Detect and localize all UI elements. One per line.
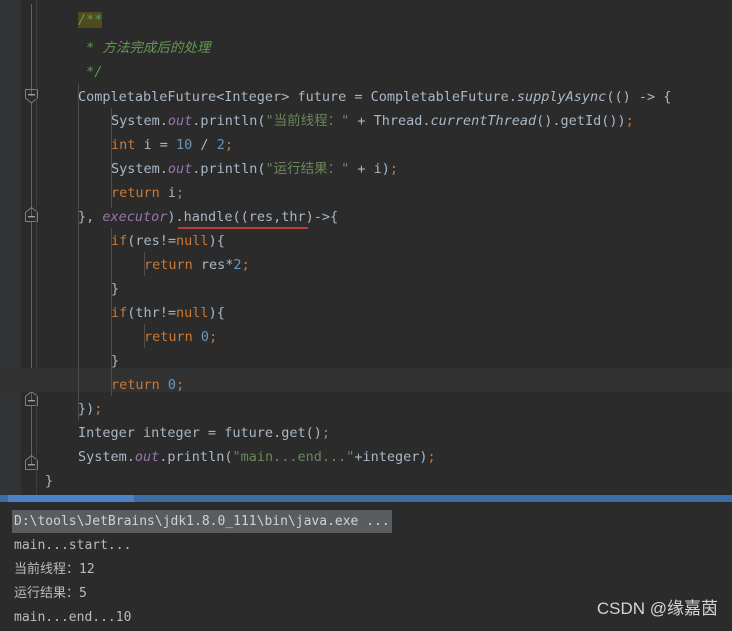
code-token-comment: * 方法完成后的处理 [78, 40, 211, 56]
code-token-keyword: null [176, 305, 209, 321]
code-token-comment: /** [78, 12, 103, 28]
code-token-semicolon: ; [241, 257, 250, 273]
code-line[interactable]: /** [78, 8, 103, 32]
code-token: CompletableFuture<Integer> future = Comp… [78, 89, 517, 105]
code-token-field: out [167, 113, 193, 129]
console-command-line: D:\tools\JetBrains\jdk1.8.0_111\bin\java… [12, 510, 392, 533]
code-token: ){ [208, 305, 225, 321]
code-token: }, [78, 209, 103, 225]
code-token-keyword: return [111, 377, 160, 393]
indent-guide [78, 84, 79, 420]
code-token: .println( [192, 113, 266, 129]
code-token-string: "运行结果：" [265, 161, 350, 177]
editor-horizontal-scrollbar[interactable] [0, 495, 732, 502]
code-token-semicolon: ; [94, 401, 103, 417]
code-token-string: "当前线程：" [265, 113, 350, 129]
code-token: ().getId()) [536, 113, 626, 129]
code-token-number: 10 [176, 137, 193, 153]
code-token: ){ [208, 233, 225, 249]
code-token-number: 2 [216, 137, 225, 153]
code-token: + Thread. [349, 113, 431, 129]
code-token: res* [192, 257, 234, 273]
code-token: } [111, 353, 120, 369]
code-token-semicolon: ; [209, 329, 218, 345]
code-token: ).handle((res,thr)->{ [167, 209, 339, 225]
code-token: (() -> { [606, 89, 672, 105]
code-line[interactable]: }, executor).handle((res,thr)->{ [78, 205, 338, 229]
code-token-comment: */ [78, 64, 103, 80]
console-output-line: main...start... [14, 538, 132, 553]
code-token: } [45, 473, 54, 489]
run-console-pane[interactable]: D:\tools\JetBrains\jdk1.8.0_111\bin\java… [0, 502, 732, 631]
code-line[interactable]: System.out.println("运行结果：" + i); [111, 157, 398, 181]
code-token-keyword: return [144, 257, 193, 273]
code-token: i [159, 185, 177, 201]
console-output-line: 运行结果：5 [14, 586, 87, 601]
code-token-method: supplyAsync [516, 89, 607, 105]
current-line-highlight [0, 368, 732, 392]
code-line[interactable]: CompletableFuture<Integer> future = Comp… [78, 85, 671, 109]
code-line[interactable]: Integer integer = future.get(); [78, 421, 330, 445]
code-line[interactable]: } [111, 349, 119, 373]
code-line[interactable]: * 方法完成后的处理 [78, 36, 210, 60]
code-line[interactable]: System.out.println("main...end..."+integ… [78, 445, 436, 469]
code-token: +integer) [354, 449, 428, 465]
code-token-keyword: return [111, 185, 160, 201]
code-token: .println( [159, 449, 233, 465]
code-line[interactable]: return i; [111, 181, 184, 205]
code-line[interactable]: */ [78, 60, 102, 84]
code-token-semicolon: ; [625, 113, 634, 129]
code-line[interactable]: int i = 10 / 2; [111, 133, 233, 157]
console-output-line: main...end...10 [14, 610, 132, 625]
code-token-number: 0 [200, 329, 210, 345]
code-token-semicolon: ; [389, 161, 398, 177]
code-token-keyword: if [111, 233, 128, 249]
code-token: } [111, 281, 120, 297]
code-token-number: 2 [233, 257, 242, 273]
code-line[interactable]: return res*2; [144, 253, 250, 277]
ide-screenshot: /** * 方法完成后的处理 */ CompletableFuture<Inte… [0, 0, 732, 631]
scrollbar-thumb[interactable] [8, 495, 134, 502]
console-output-line: 当前线程：12 [14, 562, 95, 577]
code-token: / [192, 137, 217, 153]
code-token: + i) [349, 161, 390, 177]
code-token-semicolon: ; [321, 425, 330, 441]
code-line[interactable]: return 0; [144, 325, 217, 349]
code-token: System. [111, 113, 168, 129]
code-token-keyword: int [111, 137, 136, 153]
code-token-method: currentThread [430, 113, 537, 129]
code-line[interactable]: if(thr!=null){ [111, 301, 225, 325]
code-editor-pane[interactable]: /** * 方法完成后的处理 */ CompletableFuture<Inte… [0, 0, 732, 495]
code-line[interactable]: if(res!=null){ [111, 229, 225, 253]
code-content[interactable]: /** * 方法完成后的处理 */ CompletableFuture<Inte… [0, 0, 732, 495]
code-line[interactable]: } [45, 469, 53, 493]
code-token: i = [135, 137, 177, 153]
code-token-field: executor [102, 209, 168, 225]
code-token: .println( [192, 161, 266, 177]
code-token-semicolon: ; [176, 185, 185, 201]
code-token-semicolon: ; [224, 137, 233, 153]
code-line[interactable]: System.out.println("当前线程：" + Thread.curr… [111, 109, 634, 133]
code-token-keyword: if [111, 305, 128, 321]
code-token-string: "main...end..." [232, 449, 355, 465]
code-token: System. [111, 161, 168, 177]
csdn-watermark: CSDN @缘嘉茵 [596, 599, 718, 618]
code-token-field: out [134, 449, 160, 465]
code-token: System. [78, 449, 135, 465]
code-token: }) [78, 401, 95, 417]
code-token-keyword: return [144, 329, 193, 345]
code-token: (thr!= [127, 305, 177, 321]
code-token-semicolon: ; [176, 377, 185, 393]
code-line[interactable]: }); [78, 397, 102, 421]
code-token-field: out [167, 161, 193, 177]
code-token: (res!= [127, 233, 177, 249]
code-line[interactable]: } [111, 277, 119, 301]
code-token: Integer integer = future.get() [78, 425, 322, 441]
code-line-current[interactable]: return 0; [111, 373, 184, 397]
code-token-number: 0 [167, 377, 177, 393]
code-token-semicolon: ; [427, 449, 436, 465]
code-token-keyword: null [176, 233, 209, 249]
